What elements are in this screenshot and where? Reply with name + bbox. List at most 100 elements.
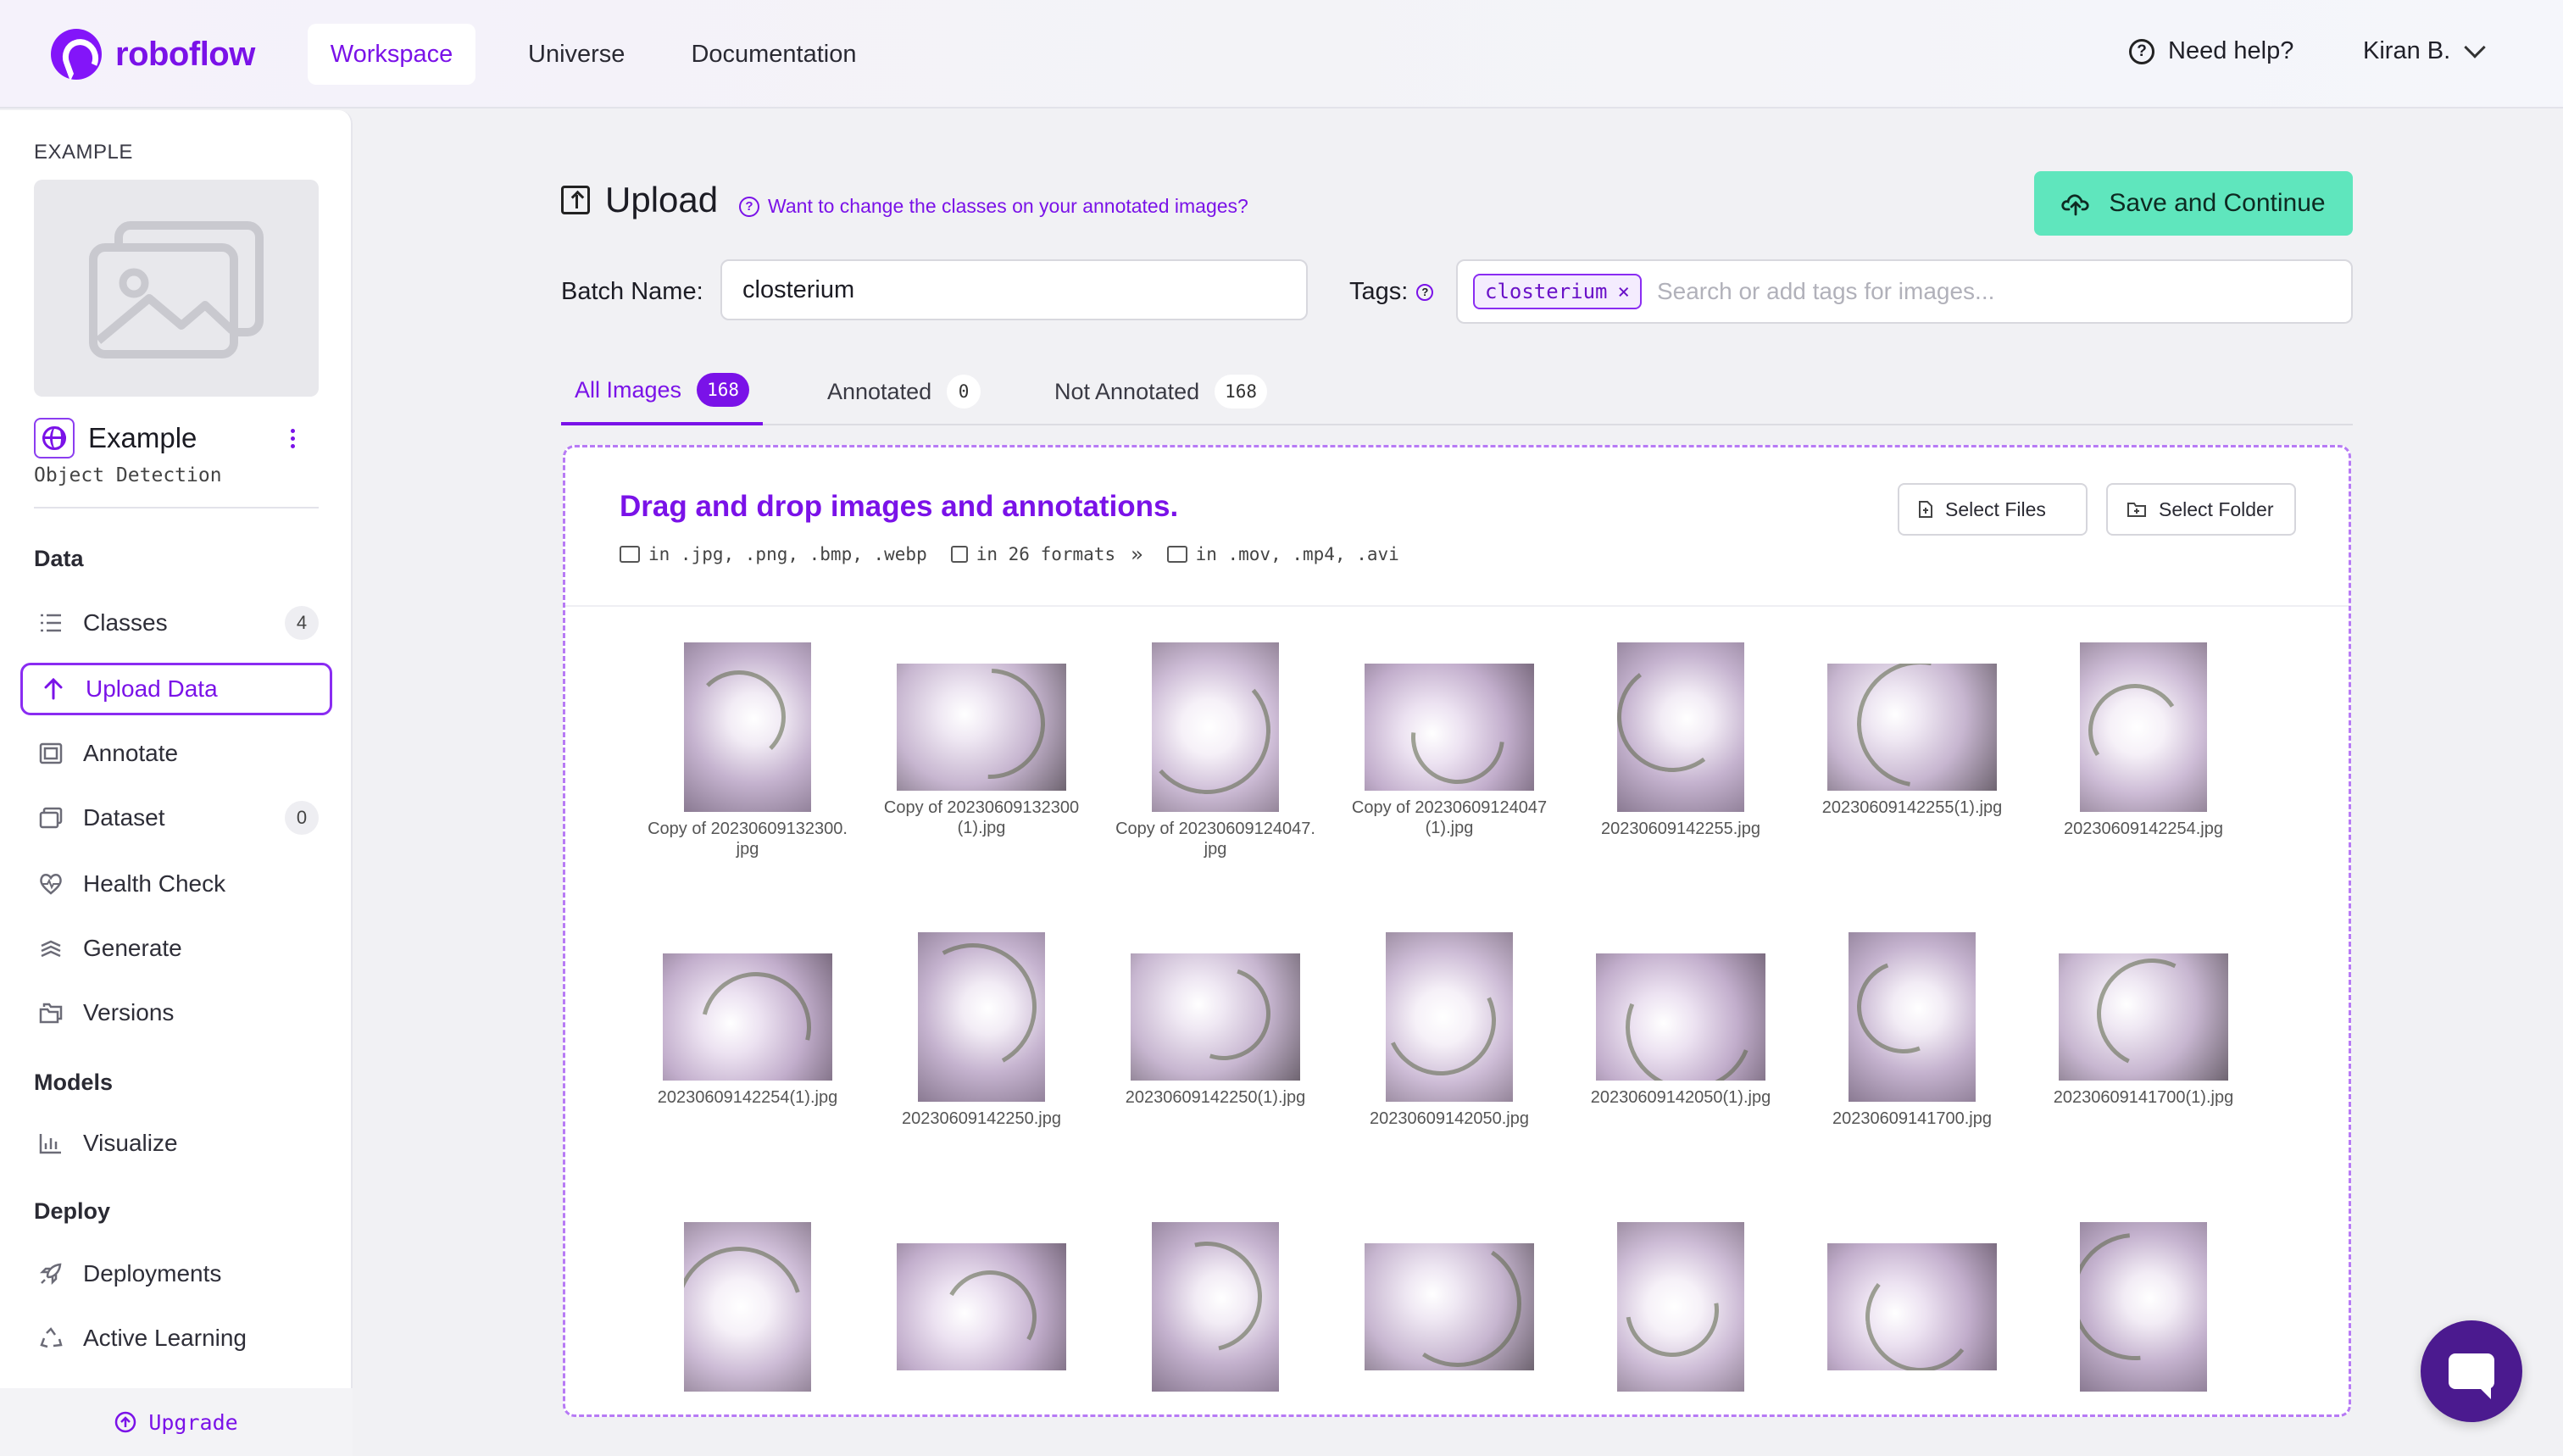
- sidebar-item-versions[interactable]: Versions: [20, 986, 332, 1039]
- project-options-icon[interactable]: [291, 428, 295, 448]
- sidebar-item-active-learning[interactable]: Active Learning: [20, 1312, 332, 1364]
- specimen-shape: [1161, 953, 1287, 1076]
- batch-name-label: Batch Name:: [561, 278, 703, 305]
- sidebar-item-label: Health Check: [83, 870, 226, 897]
- tab-all-images[interactable]: All Images 168: [561, 358, 763, 425]
- image-thumbnail[interactable]: 20230609142255.jpg: [1579, 642, 1782, 839]
- sidebar-item-generate[interactable]: Generate: [20, 922, 332, 975]
- project-type: Object Detection: [34, 464, 222, 486]
- upgrade-button[interactable]: Upgrade: [0, 1388, 353, 1456]
- batch-name-input[interactable]: closterium: [720, 259, 1308, 320]
- nav-universe[interactable]: Universe: [508, 24, 645, 85]
- specimen-shape: [2080, 675, 2191, 786]
- section-heading-models: Models: [34, 1070, 114, 1095]
- specimen-shape: [1859, 1255, 1982, 1370]
- image-thumbnail[interactable]: Copy of 20230609124047(1).jpg: [1348, 664, 1551, 838]
- change-classes-link[interactable]: ? Want to change the classes on your ann…: [739, 195, 1248, 218]
- tab-count-badge: 168: [1215, 375, 1268, 408]
- divider: [34, 507, 319, 508]
- sidebar-item-health-check[interactable]: Health Check: [20, 858, 332, 910]
- sidebar-item-dataset[interactable]: Dataset 0: [20, 792, 332, 844]
- divider: [565, 605, 2349, 607]
- select-folder-button[interactable]: Select Folder: [2106, 483, 2296, 536]
- sidebar-item-deployments[interactable]: Deployments: [20, 1248, 332, 1300]
- image-thumbnail[interactable]: [2042, 1222, 2245, 1398]
- image-thumbnail[interactable]: 20230609142254.jpg: [2042, 642, 2245, 839]
- annotation-format-icon: [950, 546, 968, 563]
- image-thumbnail[interactable]: [646, 1222, 849, 1398]
- image-thumbnail[interactable]: [880, 1243, 1083, 1377]
- microscope-image: [897, 664, 1066, 791]
- change-classes-text: Want to change the classes on your annot…: [768, 195, 1248, 217]
- tab-count-badge: 0: [947, 375, 981, 408]
- folders-icon: [37, 999, 64, 1026]
- image-thumbnail[interactable]: 20230609141700.jpg: [1810, 932, 2014, 1129]
- chat-support-button[interactable]: [2421, 1320, 2522, 1422]
- sidebar-item-label: Visualize: [83, 1130, 178, 1156]
- need-help-link[interactable]: ? Need help?: [2129, 37, 2293, 65]
- upload-dropzone[interactable]: Drag and drop images and annotations. in…: [563, 445, 2351, 1417]
- microscope-image: [1596, 953, 1765, 1081]
- dataset-count-badge: 0: [285, 801, 319, 835]
- specimen-shape: [1152, 1222, 1279, 1373]
- sidebar-item-annotate[interactable]: Annotate: [20, 727, 332, 780]
- specimen-shape: [1832, 664, 1997, 791]
- annotate-icon: [37, 740, 64, 767]
- save-and-continue-button[interactable]: Save and Continue: [2034, 171, 2353, 236]
- image-filename: 20230609141700(1).jpg: [2053, 1088, 2234, 1107]
- sidebar-item-label: Generate: [83, 935, 182, 961]
- logo-text: roboflow: [115, 35, 255, 73]
- image-filename: Copy of 20230609132300(1).jpg: [883, 798, 1080, 837]
- microscope-image: [1386, 932, 1513, 1102]
- image-thumbnail[interactable]: Copy of 20230609132300(1).jpg: [880, 664, 1083, 838]
- tags-label-text: Tags:: [1349, 278, 1409, 305]
- image-thumbnail[interactable]: 20230609142254(1).jpg: [646, 953, 849, 1108]
- question-circle-icon[interactable]: ?: [1416, 283, 1434, 301]
- image-thumbnail[interactable]: 20230609142255(1).jpg: [1810, 664, 2014, 818]
- image-thumbnail[interactable]: Copy of 20230609124047.jpg: [1114, 642, 1317, 859]
- specimen-shape: [918, 932, 1045, 1086]
- folder-icon: [2127, 503, 2146, 517]
- image-thumbnail[interactable]: 20230609142050(1).jpg: [1579, 953, 1782, 1108]
- double-chevron-right-icon[interactable]: »: [1131, 542, 1143, 566]
- specimen-shape: [1617, 654, 1735, 780]
- image-thumbnail[interactable]: [1114, 1222, 1317, 1398]
- rocket-icon: [37, 1260, 64, 1287]
- tags-input[interactable]: closterium × Search or add tags for imag…: [1456, 259, 2353, 324]
- specimen-shape: [2080, 1222, 2207, 1387]
- image-thumbnail[interactable]: 20230609141700(1).jpg: [2042, 953, 2245, 1108]
- microscope-image: [663, 953, 832, 1081]
- nav-workspace[interactable]: Workspace: [308, 24, 475, 85]
- specimen-shape: [692, 670, 786, 764]
- image-thumbnail[interactable]: Copy of 20230609132300.jpg: [646, 642, 849, 859]
- select-files-label: Select Files: [1945, 497, 2046, 520]
- image-thumbnail[interactable]: 20230609142050.jpg: [1348, 932, 1551, 1129]
- tab-annotated[interactable]: Annotated 0: [814, 358, 994, 425]
- video-formats-text: in .mov, .mp4, .avi: [1195, 544, 1399, 564]
- recycle-icon: [37, 1325, 64, 1352]
- sidebar-item-visualize[interactable]: Visualize: [20, 1117, 332, 1170]
- image-thumbnail[interactable]: 20230609142250.jpg: [880, 932, 1083, 1129]
- tab-label: Not Annotated: [1054, 378, 1200, 404]
- tag-chip[interactable]: closterium ×: [1473, 274, 1642, 309]
- sidebar-item-upload-data[interactable]: Upload Data: [20, 663, 332, 715]
- project-thumbnail[interactable]: [34, 180, 319, 397]
- cloud-upload-icon: [2061, 194, 2089, 216]
- user-menu[interactable]: Kiran B.: [2363, 36, 2486, 65]
- image-thumbnail[interactable]: [1579, 1222, 1782, 1398]
- project-visibility-box: [34, 418, 75, 458]
- nav-documentation[interactable]: Documentation: [670, 24, 876, 85]
- close-icon[interactable]: ×: [1618, 280, 1630, 303]
- roboflow-logo[interactable]: roboflow: [51, 27, 255, 81]
- project-workspace-label: EXAMPLE: [34, 141, 133, 164]
- select-files-button[interactable]: Select Files: [1898, 483, 2088, 536]
- image-thumbnail[interactable]: [1810, 1243, 2014, 1377]
- image-filename: 20230609142250(1).jpg: [1125, 1088, 1306, 1107]
- microscope-image: [918, 932, 1045, 1102]
- tab-not-annotated[interactable]: Not Annotated 168: [1041, 358, 1281, 425]
- image-thumbnail[interactable]: [1348, 1243, 1551, 1377]
- specimen-shape: [2082, 953, 2222, 1081]
- image-thumbnail[interactable]: 20230609142250(1).jpg: [1114, 953, 1317, 1108]
- sidebar-item-classes[interactable]: Classes 4: [20, 597, 332, 649]
- section-heading-deploy: Deploy: [34, 1198, 111, 1224]
